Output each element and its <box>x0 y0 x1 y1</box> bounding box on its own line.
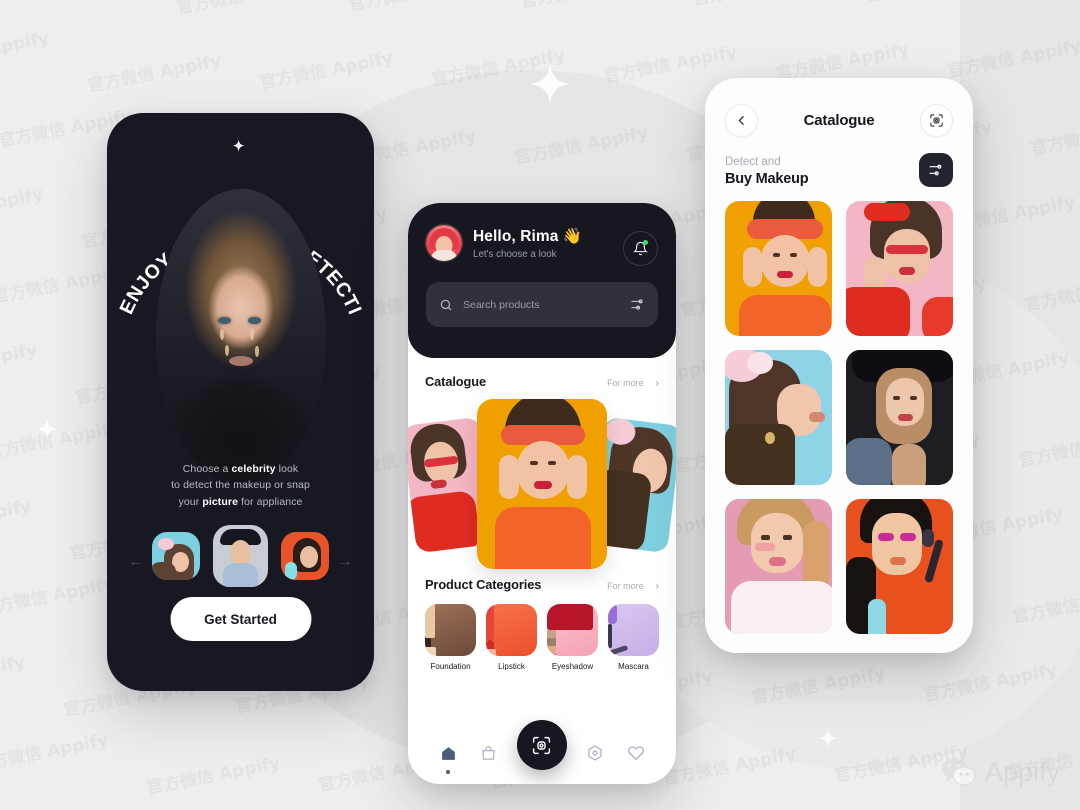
category-mascara[interactable]: Mascara <box>608 604 659 671</box>
prev-look-arrow[interactable]: ← <box>128 553 144 571</box>
nav-home[interactable] <box>436 741 460 774</box>
carousel-slide-active[interactable] <box>477 399 607 569</box>
wechat-icon <box>941 758 976 788</box>
chevron-right-icon: › <box>655 580 659 592</box>
heart-icon <box>627 746 644 761</box>
greeting-text: Hello, Rima 👋 <box>473 227 583 245</box>
categories-section-header: Product Categories For more › <box>425 577 659 592</box>
back-button[interactable] <box>725 104 758 137</box>
look-thumb-red-backdrop[interactable] <box>281 532 329 580</box>
hexagon-icon <box>588 745 603 761</box>
scan-face-icon <box>533 736 551 754</box>
catalogue-more-label: For more <box>607 378 644 388</box>
onboarding-copy: Choose a celebrity look to detect the ma… <box>107 461 374 510</box>
nav-favorites[interactable] <box>624 741 648 765</box>
categories-title: Product Categories <box>425 577 542 592</box>
grid-item-dark-hat[interactable] <box>846 350 953 485</box>
category-label: Eyeshadow <box>551 662 594 671</box>
scan-button[interactable] <box>920 104 953 137</box>
categories-more-label: For more <box>607 581 644 591</box>
chevron-right-icon: › <box>655 377 659 389</box>
nav-bag[interactable] <box>477 741 501 765</box>
product-categories-row: Foundation Lipstick Eyeshadow Mascara <box>425 604 659 671</box>
catalogue-more-link[interactable]: For more › <box>607 378 659 389</box>
appify-logo-text: Appify <box>984 757 1060 787</box>
bottom-navigation <box>408 720 676 784</box>
page-title: Catalogue <box>803 112 875 129</box>
copy-l3c: for appliance <box>238 495 303 508</box>
search-bar[interactable]: Search products <box>426 282 658 327</box>
copy-l3a: your <box>178 495 203 508</box>
grid-item-orange-mascara[interactable] <box>846 499 953 634</box>
copy-l2: to detect the makeup or snap <box>171 479 310 492</box>
copy-l3b: picture <box>202 495 239 508</box>
search-icon <box>440 299 452 310</box>
catalogue-section-header: Catalogue For more › <box>425 374 659 389</box>
nav-discover[interactable] <box>583 741 607 765</box>
chevron-left-icon <box>738 116 744 125</box>
grid-item-pink-glam[interactable] <box>725 499 832 634</box>
category-lipstick[interactable]: Lipstick <box>486 604 537 671</box>
sparkle-icon <box>232 139 245 152</box>
catalogue-title: Catalogue <box>425 374 486 389</box>
next-look-arrow[interactable]: → <box>337 553 353 571</box>
catalogue-screen: Catalogue Detect and Buy Makeup <box>705 78 973 653</box>
scan-button[interactable] <box>516 720 567 770</box>
scan-face-icon <box>930 114 943 127</box>
sliders-icon[interactable] <box>630 297 645 312</box>
filter-button[interactable] <box>919 153 953 187</box>
category-foundation[interactable]: Foundation <box>425 604 476 671</box>
avatar[interactable] <box>426 225 462 261</box>
sliders-icon <box>929 164 942 176</box>
look-thumb-flower-crown[interactable] <box>152 532 200 580</box>
category-label: Lipstick <box>498 662 525 671</box>
search-input[interactable]: Search products <box>463 299 620 311</box>
hero-portrait <box>155 189 326 485</box>
onboarding-screen: ENJOY EASY MAKEUP DETECTION Choose a cel… <box>107 113 374 691</box>
home-body: Catalogue For more › Product Categories … <box>408 358 676 671</box>
subtitle-bottom: Buy Makeup <box>725 171 809 187</box>
catalogue-topbar: Catalogue <box>705 78 973 137</box>
catalogue-grid <box>705 187 973 634</box>
copy-l1b: celebrity <box>231 463 276 475</box>
greeting-subtitle: Let's choose a look <box>473 248 557 260</box>
home-icon <box>441 746 455 760</box>
look-thumb-black-hat[interactable] <box>213 525 268 587</box>
appify-watermark-logo: Appify <box>940 757 1060 788</box>
grid-item-blue-flowers[interactable] <box>725 350 832 485</box>
subtitle-top: Detect and <box>725 155 781 168</box>
home-screen: Hello, Rima 👋 Let's choose a look Search… <box>408 203 676 784</box>
notification-dot <box>643 240 648 245</box>
grid-item-pink-sunglasses[interactable] <box>846 201 953 336</box>
notification-button[interactable] <box>623 231 658 266</box>
category-label: Mascara <box>618 662 649 671</box>
catalogue-carousel <box>408 399 676 569</box>
copy-l1a: Choose a <box>182 463 232 475</box>
bag-icon <box>482 745 495 760</box>
catalogue-subheader: Detect and Buy Makeup <box>705 137 973 187</box>
grid-item-orange-headscarf[interactable] <box>725 201 832 336</box>
category-eyeshadow[interactable]: Eyeshadow <box>547 604 598 671</box>
look-thumbnail-row <box>107 525 374 587</box>
copy-l1c: look <box>275 463 299 475</box>
get-started-button[interactable]: Get Started <box>170 597 311 641</box>
category-label: Foundation <box>430 662 471 671</box>
categories-more-link[interactable]: For more › <box>607 581 659 592</box>
home-header: Hello, Rima 👋 Let's choose a look Search… <box>408 203 676 358</box>
active-indicator-dot <box>446 770 451 774</box>
